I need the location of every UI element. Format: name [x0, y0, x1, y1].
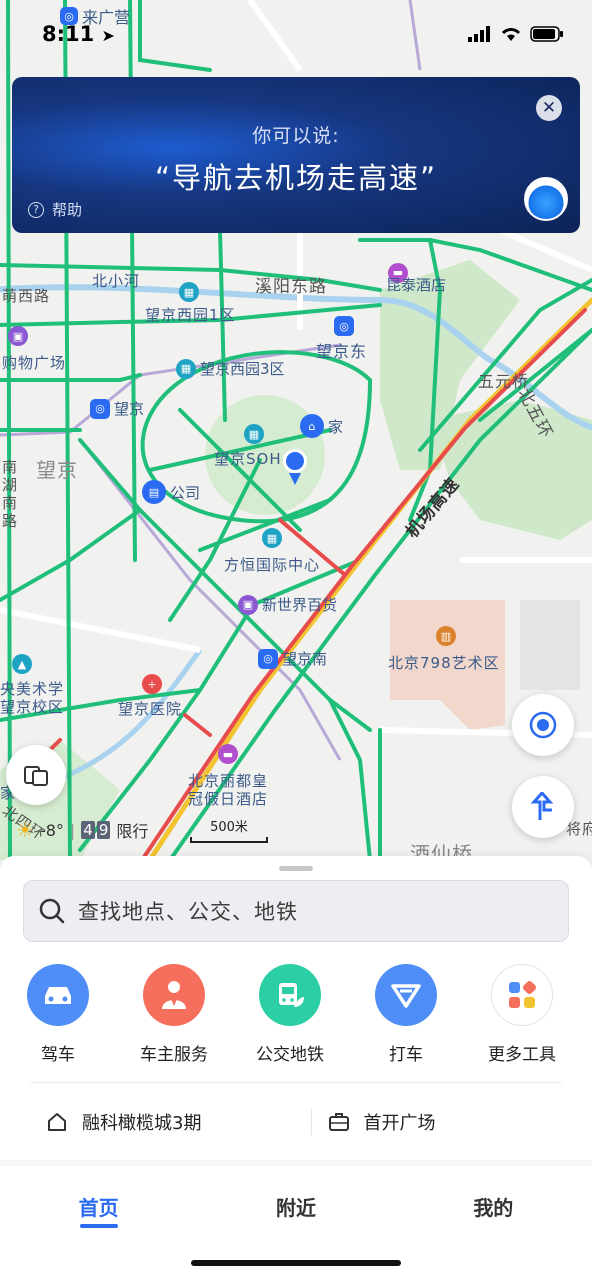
more-tools-icon — [491, 964, 553, 1026]
subway-icon: ◎ — [90, 398, 110, 419]
company-shortcut[interactable]: 首开广场 — [310, 1109, 592, 1135]
voice-hint: 你可以说: — [252, 125, 340, 147]
driver-service-button[interactable]: 车主服务 — [116, 964, 232, 1065]
poi-wangjing-station[interactable]: ◎ 望京 — [90, 398, 144, 419]
status-bar: 8:11 ➤ — [0, 0, 592, 70]
voice-assistant-mascot-icon[interactable] — [524, 177, 568, 221]
voice-suggestion: “导航去机场走高速” — [154, 161, 438, 195]
poi-label: 望京医院 — [118, 700, 183, 718]
poi-fangheng[interactable]: ▦ — [262, 528, 282, 548]
tab-home[interactable]: 首页 — [0, 1166, 197, 1280]
traffic-layer-button[interactable] — [6, 745, 66, 805]
route-button[interactable] — [512, 776, 574, 838]
help-link[interactable]: ? 帮助 — [28, 199, 82, 220]
weather-widget[interactable]: ☀ -8° | 49 限行 — [16, 818, 148, 842]
saved-places: 融科橄榄城3期 首开广场 — [0, 1102, 592, 1142]
map-scale: 500米 — [190, 816, 268, 843]
divider — [30, 1082, 562, 1083]
poi-new-world[interactable]: ▣ 新世界百货 — [238, 594, 337, 615]
residence-icon: ▦ — [176, 358, 196, 379]
drive-button[interactable]: 驾车 — [0, 964, 116, 1065]
poi-label: 望京西园1区 — [145, 306, 236, 324]
poi-label: 望京校区 — [0, 698, 65, 716]
driver-service-icon — [143, 964, 205, 1026]
shopping-icon: ▣ — [8, 326, 28, 346]
current-location-marker — [281, 447, 309, 487]
close-icon[interactable]: ✕ — [536, 95, 562, 121]
bottom-sheet[interactable]: 查找地点、公交、地铁 驾车 车主服务 公交地铁 打车 更多工具 融科橄榄城3期 … — [0, 856, 592, 1280]
search-input[interactable]: 查找地点、公交、地铁 — [23, 880, 569, 942]
layers-icon — [24, 766, 48, 786]
tab-mine[interactable]: 我的 — [395, 1166, 592, 1280]
residence-icon: ▦ — [179, 282, 199, 302]
home-icon — [48, 1113, 66, 1131]
help-icon: ? — [28, 201, 44, 218]
poi-cafa[interactable]: ▲ — [12, 654, 32, 674]
clock: 8:11 ➤ — [42, 22, 115, 46]
home-shortcut[interactable]: 融科橄榄城3期 — [0, 1109, 311, 1135]
poi-798-art[interactable]: ▥ — [436, 626, 456, 646]
voice-assistant-card[interactable]: 你可以说: “导航去机场走高速” ✕ ? 帮助 — [12, 77, 580, 233]
taxi-icon — [375, 964, 437, 1026]
poi-label: 购物广场 — [2, 354, 67, 372]
map-view[interactable]: 萌西路 北小河 溪阳东路 ▬ 昆泰酒店 ▦ 望京西园1区 ▣ 购物广场 ◎ 望京… — [0, 0, 592, 880]
poi-label: 冠假日酒店 — [188, 790, 269, 808]
poi-hospital[interactable]: + — [142, 674, 162, 694]
poi-home[interactable]: ⌂ 家 — [300, 414, 343, 438]
school-icon: ▲ — [12, 654, 32, 674]
poi-label: 方恒国际中心 — [224, 556, 321, 574]
building-icon: ▦ — [262, 528, 282, 548]
quick-actions: 驾车 车主服务 公交地铁 打车 更多工具 — [0, 964, 592, 1065]
poi-wangjing-xiyuan3[interactable]: ▦ 望京西园3区 — [176, 358, 285, 379]
river-label: 北小河 — [92, 272, 141, 290]
locate-me-button[interactable] — [512, 694, 574, 756]
poi-shopping-mall[interactable]: ▣ — [8, 326, 28, 346]
location-arrow-icon: ➤ — [101, 26, 115, 45]
briefcase-pin-icon: ▤ — [142, 480, 166, 504]
poi-wangjing-east-station[interactable]: ◎ — [334, 316, 354, 336]
hospital-icon: + — [142, 674, 162, 694]
shopping-icon: ▣ — [238, 594, 258, 615]
locate-icon — [529, 711, 557, 739]
home-pin-icon: ⌂ — [300, 414, 324, 438]
road-label: 溪阳东路 — [255, 277, 327, 297]
poi-holiday-inn[interactable]: ▬ — [218, 744, 238, 764]
poi-kuntai-hotel[interactable]: ▬ 昆泰酒店 — [386, 250, 446, 295]
bus-subway-button[interactable]: 公交地铁 — [232, 964, 348, 1065]
license-plate-restriction: 49 — [81, 821, 111, 839]
museum-icon: ▥ — [436, 626, 456, 646]
subway-icon: ◎ — [258, 648, 278, 669]
poi-wangjing-south-station[interactable]: ◎ 望京南 — [258, 648, 327, 669]
subway-icon: ◎ — [334, 316, 354, 336]
hotel-icon: ▬ — [218, 744, 238, 764]
more-tools-button[interactable]: 更多工具 — [464, 964, 580, 1065]
search-icon — [39, 898, 65, 924]
road-label: 南湖南路 — [2, 458, 19, 530]
search-placeholder: 查找地点、公交、地铁 — [78, 900, 298, 924]
car-icon — [27, 964, 89, 1026]
taxi-button[interactable]: 打车 — [348, 964, 464, 1065]
poi-wangjing-xiyuan1[interactable]: ▦ — [145, 282, 199, 302]
drag-handle[interactable] — [279, 866, 313, 871]
bridge-label: 五元桥 — [478, 372, 530, 391]
bus-icon — [259, 964, 321, 1026]
battery-icon — [530, 26, 563, 42]
station-label: 望京东 — [316, 342, 368, 361]
poi-label: 望京SOH — [214, 450, 282, 468]
sun-icon: ☀ — [16, 818, 34, 842]
route-arrow-icon — [530, 792, 554, 820]
building-icon: ▦ — [244, 424, 264, 444]
poi-label: 北京798艺术区 — [388, 654, 500, 672]
signal-icon — [468, 26, 490, 42]
status-icons — [468, 26, 564, 42]
district-label: 望京 — [36, 458, 78, 482]
road-label: 萌西路 — [2, 287, 51, 305]
poi-wangjing-soho[interactable]: ▦ — [244, 424, 264, 444]
home-indicator[interactable] — [191, 1260, 401, 1266]
poi-company[interactable]: ▤ 公司 — [142, 480, 200, 504]
briefcase-icon — [328, 1113, 349, 1131]
wifi-icon — [501, 28, 521, 41]
